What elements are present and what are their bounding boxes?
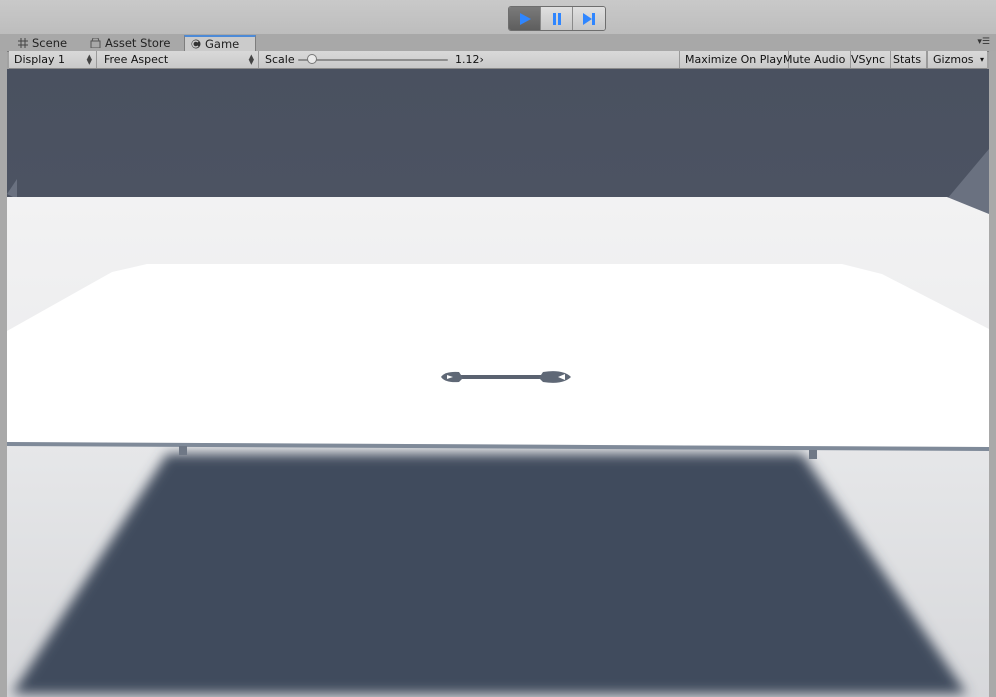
scale-value: 1.12› <box>455 53 484 66</box>
right-panel-edge <box>989 51 996 697</box>
table-leg-left <box>179 446 187 455</box>
game-viewport[interactable] <box>7 69 989 697</box>
game-render <box>7 69 989 697</box>
gizmos-dropdown[interactable]: Gizmos ▾ <box>927 51 987 68</box>
step-button[interactable] <box>573 7 605 30</box>
table-shadow <box>12 454 967 694</box>
display-dropdown-label: Display 1 <box>14 53 66 66</box>
top-toolbar <box>0 0 996 34</box>
scale-slider[interactable] <box>298 54 448 64</box>
tab-scene-label: Scene <box>32 36 68 50</box>
scale-label: Scale <box>265 53 295 66</box>
play-icon <box>519 12 531 25</box>
dropdown-arrow-icon: ▾ <box>979 55 984 64</box>
grid-icon <box>18 38 28 48</box>
mute-audio-toggle[interactable]: Mute Audio <box>778 51 852 68</box>
store-icon <box>90 38 101 48</box>
maximize-on-play-toggle[interactable]: Maximize On Play <box>679 51 789 68</box>
play-button[interactable] <box>509 7 541 30</box>
table-leg-right <box>809 450 817 459</box>
tab-asset-store[interactable]: Asset Store <box>84 35 177 51</box>
updown-arrows-icon: ▲ ▼ <box>86 52 92 66</box>
tab-menu-icon[interactable]: ▾☰ <box>977 37 990 47</box>
stats-toggle[interactable]: Stats <box>888 51 928 68</box>
playmode-controls <box>508 6 606 31</box>
aspect-dropdown[interactable]: Free Aspect ▲ ▼ <box>99 51 259 68</box>
display-dropdown[interactable]: Display 1 ▲ ▼ <box>9 51 97 68</box>
pause-icon <box>552 12 561 25</box>
table-top <box>7 264 989 447</box>
aspect-dropdown-label: Free Aspect <box>104 53 169 66</box>
scale-slider-thumb[interactable] <box>306 54 317 64</box>
tab-game-label: Game <box>205 37 240 51</box>
editor-tab-bar: Scene Asset Store Game <box>0 34 996 52</box>
tab-asset-store-label: Asset Store <box>105 36 171 50</box>
gizmos-label: Gizmos <box>933 53 974 66</box>
step-icon <box>583 12 595 25</box>
tab-scene[interactable]: Scene <box>12 35 73 51</box>
tab-game[interactable]: Game <box>184 35 256 51</box>
game-controller-icon <box>191 39 201 49</box>
pause-button[interactable] <box>541 7 573 30</box>
updown-arrows-icon: ▲ ▼ <box>248 52 254 66</box>
left-panel-edge <box>0 51 7 697</box>
game-view-toolbar: Display 1 ▲ ▼ Free Aspect ▲ ▼ Scale 1.12› … <box>9 51 987 69</box>
vsync-toggle[interactable]: VSync <box>846 51 892 68</box>
